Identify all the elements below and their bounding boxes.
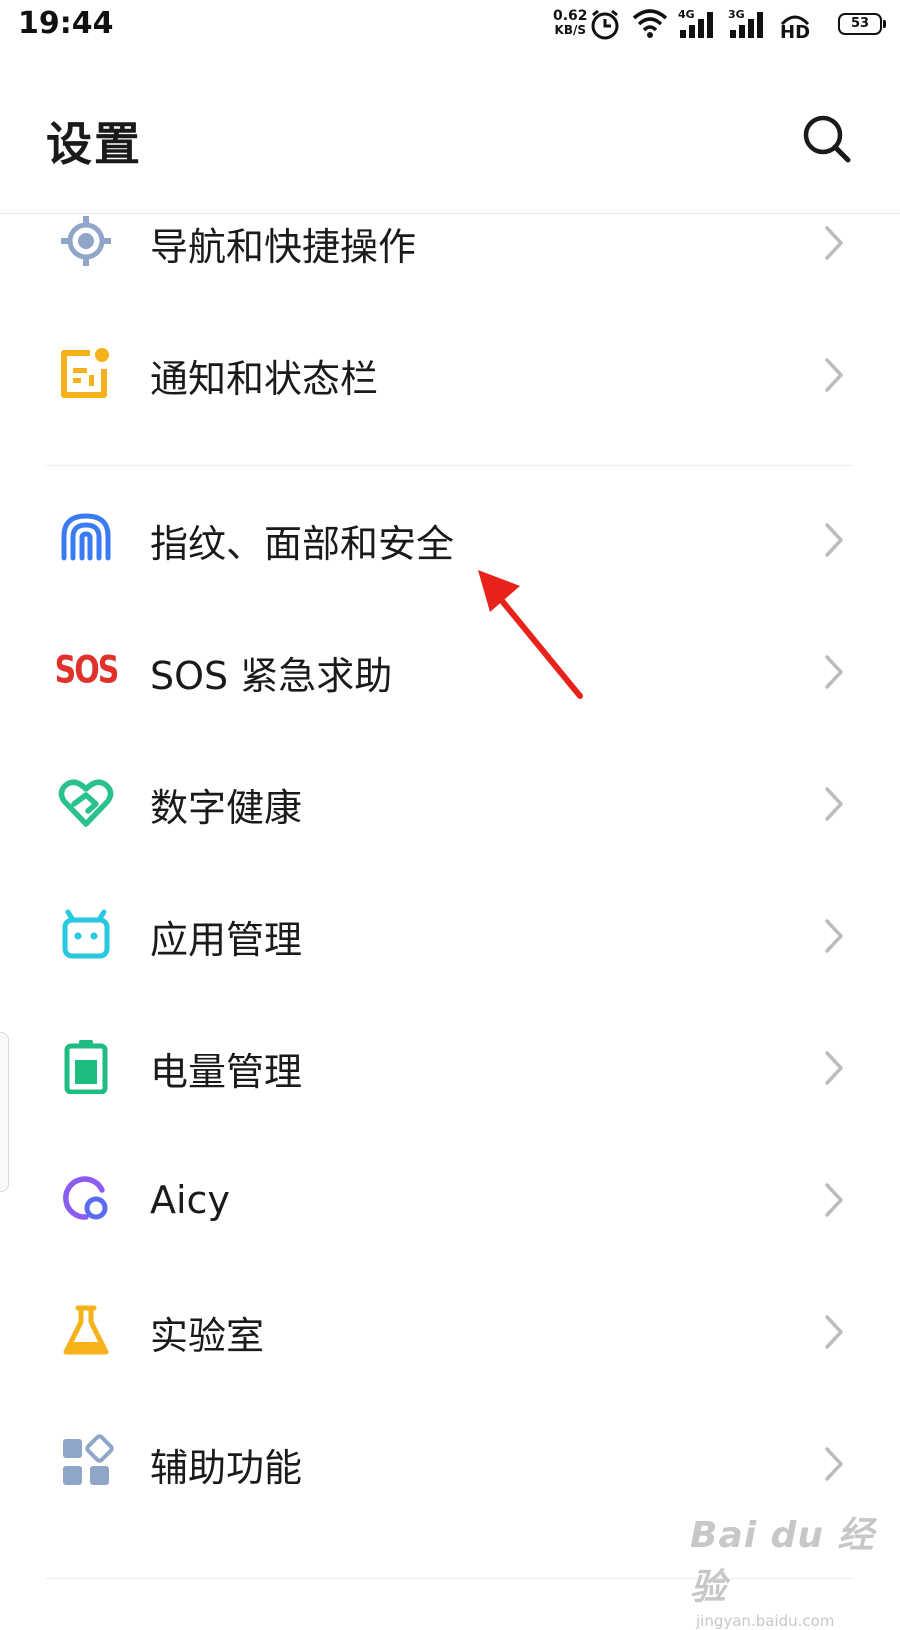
chevron-right-icon — [825, 919, 843, 953]
chevron-right-icon — [825, 787, 843, 821]
watermark-main: Bai du 经验 — [690, 1515, 875, 1608]
baidu-watermark: Bai du 经验 jingyan.baidu.com — [690, 1506, 890, 1630]
settings-item-lab[interactable]: 实验室 — [0, 1277, 900, 1387]
battery-management-icon — [64, 1040, 108, 1094]
network-speed-unit: KB/S — [554, 23, 587, 37]
battery-level: 53 — [850, 16, 870, 31]
chevron-right-icon — [825, 1315, 843, 1349]
signal-3g-icon: 3G — [728, 8, 768, 40]
status-time: 19:44 — [18, 6, 114, 41]
settings-item-label: 导航和快捷操作 — [150, 224, 417, 269]
chevron-right-icon — [825, 358, 843, 392]
settings-item-app-management[interactable]: 应用管理 — [0, 881, 900, 991]
settings-item-navigation[interactable]: 导航和快捷操作 — [0, 188, 900, 298]
chevron-right-icon — [825, 1183, 843, 1217]
page-title: 设置 — [46, 117, 142, 171]
settings-item-label: 实验室 — [150, 1313, 265, 1358]
status-bar: 19:44 0.62 KB/S 4G 3G HD 53 — [0, 0, 900, 52]
sos-icon-text: SOS — [54, 648, 120, 692]
settings-item-label: 辅助功能 — [150, 1445, 303, 1490]
hd-label: HD — [780, 22, 811, 43]
settings-item-battery-management[interactable]: 电量管理 — [0, 1013, 900, 1123]
navigation-icon — [61, 216, 111, 266]
settings-item-accessibility[interactable]: 辅助功能 — [0, 1409, 900, 1519]
search-icon[interactable] — [800, 112, 854, 166]
settings-item-label: Aicy — [150, 1178, 230, 1222]
hd-voice-icon: HD — [778, 8, 812, 43]
settings-item-label: 电量管理 — [150, 1049, 303, 1094]
settings-item-notifications[interactable]: 通知和状态栏 — [0, 320, 900, 430]
chevron-right-icon — [825, 1051, 843, 1085]
settings-item-label: 通知和状态栏 — [150, 356, 379, 401]
edge-panel-handle[interactable] — [0, 1032, 9, 1192]
aicy-icon — [63, 1176, 108, 1220]
watermark-url: jingyan.baidu.com — [696, 1612, 835, 1630]
wifi-icon — [632, 9, 668, 38]
settings-item-label: 指纹、面部和安全 — [150, 521, 455, 566]
group-divider — [46, 465, 854, 466]
digital-wellbeing-icon — [58, 779, 114, 827]
settings-item-sos[interactable]: SOS SOS 紧急求助 — [0, 617, 900, 727]
lab-flask-icon — [63, 1305, 109, 1355]
settings-item-label: SOS 紧急求助 — [150, 653, 393, 698]
accessibility-icon — [63, 1434, 114, 1485]
settings-item-label: 数字健康 — [150, 785, 303, 830]
settings-item-digital-wellbeing[interactable]: 数字健康 — [0, 749, 900, 859]
signal-4g-icon: 4G — [678, 8, 718, 40]
alarm-icon — [591, 9, 619, 40]
sos-icon: SOS — [55, 642, 120, 698]
network-speed-value: 0.62 — [553, 8, 588, 24]
chevron-right-icon — [825, 1447, 843, 1481]
notification-icon — [61, 348, 109, 398]
app-management-icon — [62, 909, 110, 959]
fingerprint-icon — [61, 513, 111, 561]
chevron-right-icon — [825, 226, 843, 260]
network-speed: 0.62 KB/S — [553, 9, 588, 37]
settings-item-label: 应用管理 — [150, 917, 303, 962]
chevron-right-icon — [825, 523, 843, 557]
chevron-right-icon — [825, 655, 843, 689]
settings-item-aicy[interactable]: Aicy — [0, 1145, 900, 1255]
battery-icon: 53 — [838, 13, 886, 35]
settings-item-fingerprint-security[interactable]: 指纹、面部和安全 — [0, 485, 900, 595]
